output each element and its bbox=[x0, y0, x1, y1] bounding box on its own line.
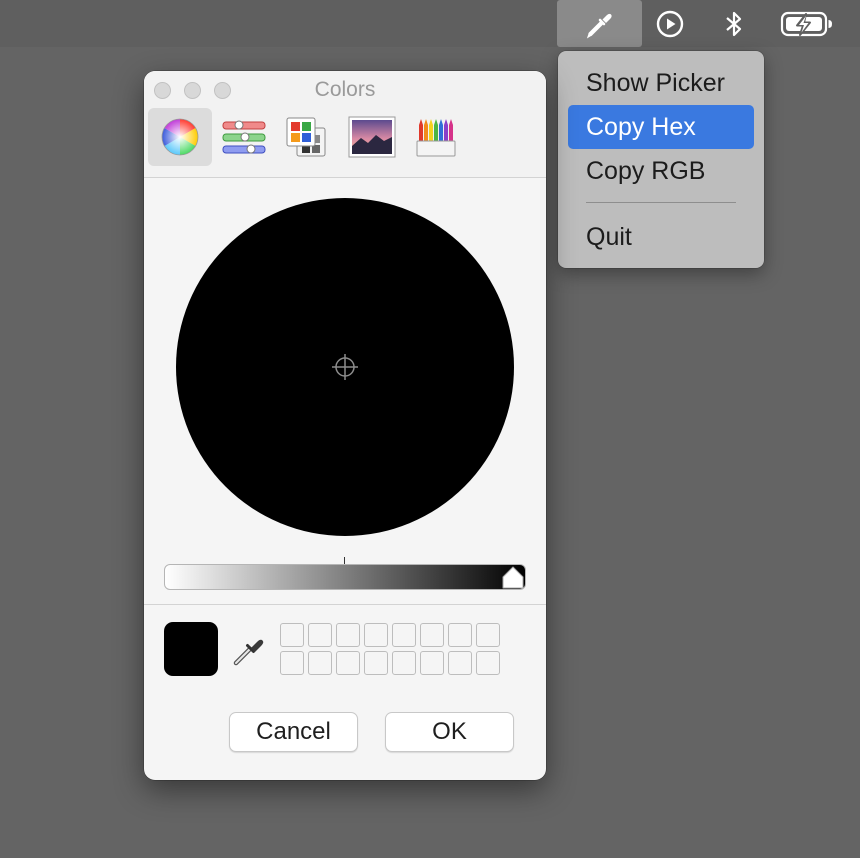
custom-swatch-slot[interactable] bbox=[392, 623, 416, 647]
color-palettes-icon bbox=[286, 117, 326, 157]
menu-item-show-picker[interactable]: Show Picker bbox=[568, 61, 754, 105]
menu-separator bbox=[586, 202, 736, 203]
menu-item-copy-hex[interactable]: Copy Hex bbox=[568, 105, 754, 149]
menu-item-label: Show Picker bbox=[586, 68, 725, 97]
pencils-icon bbox=[416, 119, 456, 157]
tab-color-sliders[interactable] bbox=[212, 108, 276, 166]
tab-image-palettes[interactable] bbox=[340, 108, 404, 166]
color-sliders-icon bbox=[222, 120, 266, 154]
custom-swatch-slot[interactable] bbox=[392, 651, 416, 675]
color-wheel-icon bbox=[161, 118, 199, 156]
custom-swatch-slot[interactable] bbox=[308, 623, 332, 647]
custom-swatch-slot[interactable] bbox=[420, 651, 444, 675]
custom-swatch-slot[interactable] bbox=[476, 623, 500, 647]
menu-item-label: Copy RGB bbox=[586, 156, 706, 185]
menu-item-copy-rgb[interactable]: Copy RGB bbox=[568, 149, 754, 193]
custom-swatch-slot[interactable] bbox=[280, 623, 304, 647]
eyedropper-icon[interactable] bbox=[231, 632, 267, 668]
custom-swatch-slot[interactable] bbox=[420, 623, 444, 647]
color-picker-menu-extra[interactable] bbox=[557, 0, 642, 47]
brightness-slider-thumb[interactable] bbox=[500, 564, 526, 590]
color-picker-menu: Show Picker Copy Hex Copy RGB Quit bbox=[558, 51, 764, 268]
battery-menu-extra[interactable] bbox=[777, 0, 837, 47]
tab-color-palettes[interactable] bbox=[274, 108, 338, 166]
ok-button[interactable]: OK bbox=[385, 712, 514, 752]
custom-swatch-slot[interactable] bbox=[336, 623, 360, 647]
menu-item-quit[interactable]: Quit bbox=[568, 215, 754, 259]
custom-swatch-slot[interactable] bbox=[448, 623, 472, 647]
custom-swatch-grid bbox=[280, 623, 504, 675]
bluetooth-menu-extra[interactable] bbox=[712, 0, 756, 47]
panel-titlebar: Colors bbox=[144, 71, 546, 178]
custom-swatch-slot[interactable] bbox=[308, 651, 332, 675]
menu-item-label: Copy Hex bbox=[586, 112, 696, 141]
battery-charging-icon bbox=[780, 11, 832, 36]
eyedropper-icon bbox=[586, 13, 612, 39]
tab-pencils[interactable] bbox=[404, 108, 468, 166]
media-menu-extra[interactable] bbox=[648, 0, 692, 47]
custom-swatch-slot[interactable] bbox=[336, 651, 360, 675]
play-circle-icon bbox=[656, 10, 684, 37]
custom-swatch-slot[interactable] bbox=[448, 651, 472, 675]
custom-swatch-slot[interactable] bbox=[476, 651, 500, 675]
tab-color-wheel[interactable] bbox=[148, 108, 212, 166]
custom-swatch-slot[interactable] bbox=[364, 623, 388, 647]
cancel-button-label: Cancel bbox=[256, 718, 331, 745]
menu-bar bbox=[0, 0, 860, 47]
image-palettes-icon bbox=[348, 116, 396, 158]
ok-button-label: OK bbox=[432, 718, 467, 745]
custom-swatch-slot[interactable] bbox=[280, 651, 304, 675]
color-wheel[interactable] bbox=[176, 198, 514, 536]
cancel-button[interactable]: Cancel bbox=[229, 712, 358, 752]
panel-divider bbox=[144, 604, 546, 605]
current-color-swatch[interactable] bbox=[164, 622, 218, 676]
brightness-slider[interactable] bbox=[164, 564, 526, 590]
bluetooth-icon bbox=[726, 11, 742, 36]
crosshair-icon bbox=[332, 354, 358, 380]
custom-swatch-slot[interactable] bbox=[364, 651, 388, 675]
colors-panel: Colors Cancel OK bbox=[144, 71, 546, 780]
panel-title: Colors bbox=[314, 78, 376, 101]
menu-item-label: Quit bbox=[586, 222, 632, 251]
